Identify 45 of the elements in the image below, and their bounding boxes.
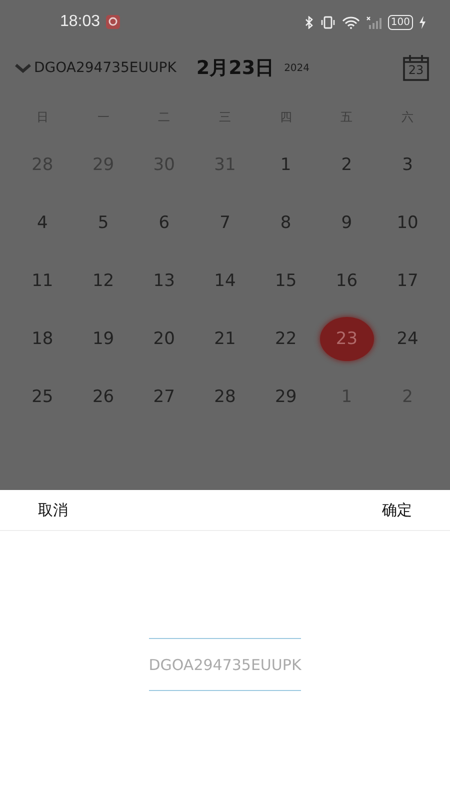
calendar-day[interactable]: 14 (198, 259, 252, 303)
calendar-day[interactable]: 27 (137, 375, 192, 419)
picker-option[interactable]: DGOA294735EUUPK (149, 638, 301, 691)
calendar-day[interactable]: 16 (320, 259, 374, 303)
calendar-day[interactable]: 19 (76, 317, 130, 361)
calendar-day[interactable]: 13 (137, 259, 192, 303)
calendar-day[interactable]: 10 (380, 201, 435, 245)
year-label: 2024 (284, 62, 310, 74)
selected-date: 2月23日 (196, 56, 274, 81)
calendar-day[interactable]: 18 (15, 317, 70, 361)
chevron-down-icon (14, 63, 32, 73)
calendar-day[interactable]: 7 (198, 201, 252, 245)
calendar-day[interactable]: 11 (15, 259, 70, 303)
calendar-day[interactable]: 4 (15, 201, 70, 245)
calendar-day[interactable]: 1 (258, 143, 313, 187)
calendar-day[interactable]: 2 (320, 143, 374, 187)
calendar-day[interactable]: 26 (76, 375, 130, 419)
wifi-icon (342, 16, 360, 28)
calendar-day[interactable]: 12 (76, 259, 130, 303)
calendar-day[interactable]: 20 (137, 317, 192, 361)
calendar-day[interactable]: 17 (380, 259, 435, 303)
calendar-day[interactable]: 29 (258, 375, 313, 419)
calendar-day[interactable]: 22 (258, 317, 313, 361)
calendar-day[interactable]: 21 (198, 317, 252, 361)
cancel-button[interactable]: 取消 (38, 500, 68, 520)
calendar-day[interactable]: 9 (320, 201, 374, 245)
calendar-day[interactable]: 28 (198, 375, 252, 419)
charging-icon (419, 16, 426, 28)
confirm-button[interactable]: 确定 (382, 500, 412, 520)
calendar-day[interactable]: 8 (258, 201, 313, 245)
calendar-day[interactable]: 6 (137, 201, 192, 245)
app-notification-icon (106, 15, 120, 29)
today-button[interactable]: 23 (402, 54, 430, 82)
vibrate-icon (320, 16, 336, 28)
device-selector[interactable]: DGOA294735EUUPK (14, 60, 176, 76)
status-time: 18:03 (60, 13, 100, 31)
battery-level: 100 (388, 14, 413, 30)
bluetooth-icon (304, 16, 314, 28)
calendar-day[interactable]: 23 (320, 317, 374, 361)
calendar-day[interactable]: 15 (258, 259, 313, 303)
calendar-day[interactable]: 25 (15, 375, 70, 419)
calendar-day[interactable]: 5 (76, 201, 130, 245)
calendar-day[interactable]: 3 (380, 143, 435, 187)
calendar-day[interactable]: 24 (380, 317, 435, 361)
signal-icon (366, 16, 382, 28)
